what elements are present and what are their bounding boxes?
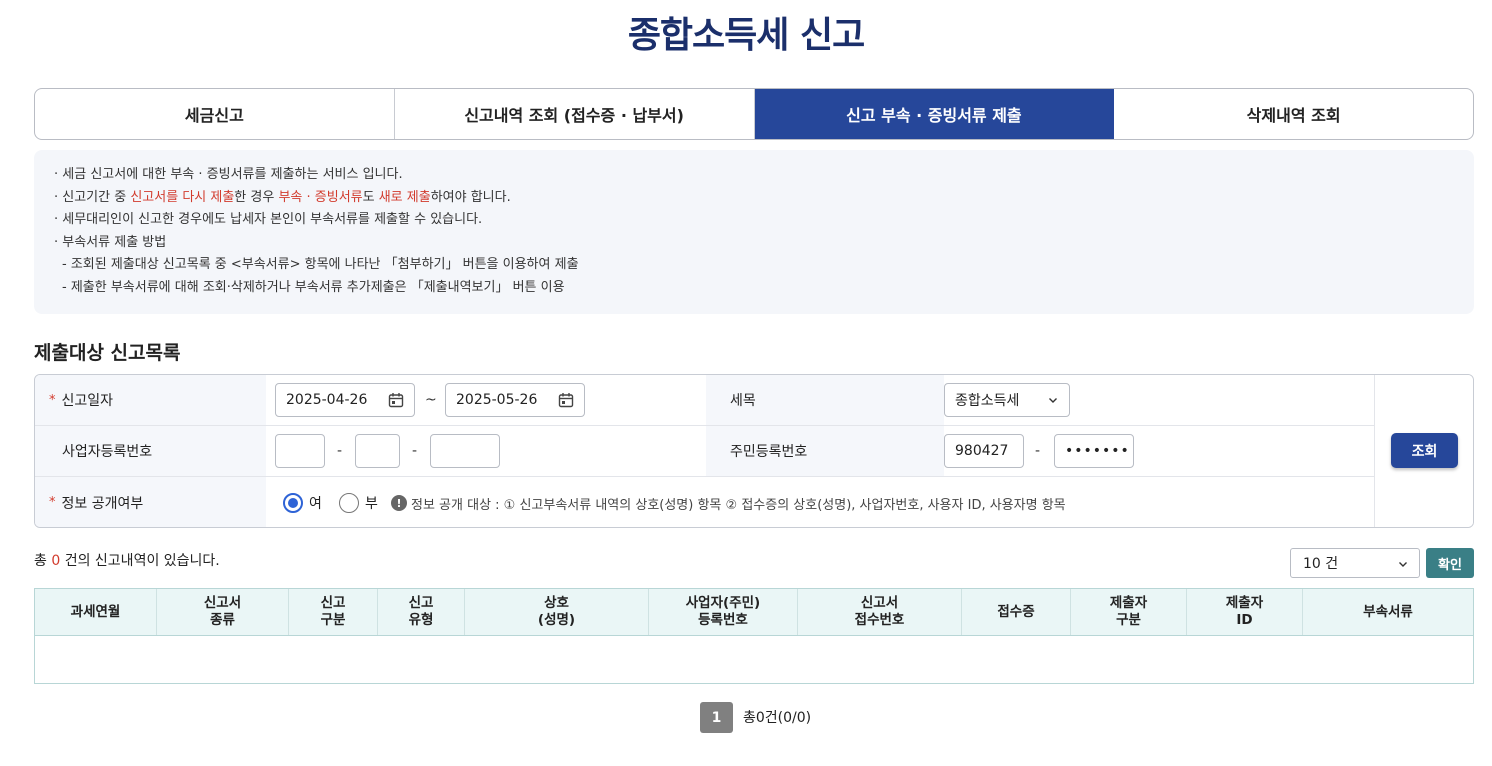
info-highlight: 부속 · 증빙서류 [278, 189, 363, 205]
total-suffix: 건의 신고내역이 있습니다. [60, 553, 220, 569]
dash: - [412, 443, 418, 459]
info-line: - 조회된 제출대상 신고목록 중 <부속서류> 항목에 나타난 「첨부하기」 … [62, 257, 579, 273]
tab-tax-filing[interactable]: 세금신고 [35, 89, 395, 139]
tax-item-value: 종합소득세 [955, 393, 1020, 409]
search-button[interactable]: 조회 [1391, 433, 1458, 468]
resident-no-label: 주민등록번호 [706, 426, 944, 476]
date-label: * 신고일자 [35, 375, 266, 425]
search-row-ids: 사업자등록번호 - - 주민등록번호 980427 - ••••••• [35, 426, 1374, 477]
biz-no-field-1[interactable] [275, 434, 325, 468]
column-header: 상호 (성명) [465, 589, 649, 635]
disclosure-yes-label[interactable]: 여 [309, 493, 322, 513]
page-button-1[interactable]: 1 [700, 702, 733, 733]
dash: - [1035, 443, 1041, 459]
date-from-value: 2025-04-26 [286, 392, 368, 408]
page-size-select[interactable]: 10 건 [1290, 548, 1420, 578]
resident-no-field-2[interactable]: ••••••• [1054, 434, 1134, 468]
column-header: 신고서 종류 [157, 589, 289, 635]
column-header: 신고 유형 [378, 589, 465, 635]
tax-item-label: 세목 [706, 375, 944, 425]
date-from-input[interactable]: 2025-04-26 [275, 383, 415, 417]
total-prefix: 총 [34, 553, 52, 569]
info-box: · 세금 신고서에 대한 부속 · 증빙서류를 제출하는 서비스 입니다. · … [34, 150, 1474, 314]
tax-item-select[interactable]: 종합소득세 [944, 383, 1070, 417]
chevron-down-icon [1049, 398, 1057, 403]
biz-no-field-3[interactable] [430, 434, 500, 468]
biz-no-field-2[interactable] [355, 434, 400, 468]
required-mark: * [49, 392, 56, 408]
disclosure-label-text: 정보 공개여부 [61, 495, 144, 512]
info-line: - 제출한 부속서류에 대해 조회·삭제하거나 부속서류 추가제출은 「제출내역… [62, 279, 565, 295]
column-header: 부속서류 [1363, 603, 1413, 620]
info-line: · 세금 신고서에 대한 부속 · 증빙서류를 제출하는 서비스 입니다. [54, 167, 403, 182]
table-header: 과세연월 신고서 종류 신고 구분 신고 유형 상호 (성명) 사업자(주민) … [35, 589, 1473, 636]
tab-bar: 세금신고 신고내역 조회 (접수증 · 납부서) 신고 부속 · 증빙서류 제출… [34, 88, 1474, 140]
required-mark: * [49, 495, 56, 510]
disclosure-yes-radio[interactable] [283, 493, 303, 513]
exclamation-icon: ! [391, 495, 407, 511]
column-header: 신고서 접수번호 [798, 589, 962, 635]
disclosure-notice: 정보 공개 대상 : ① 신고부속서류 내역의 상호(성명) 항목 ② 접수증의… [411, 498, 1066, 513]
page-size-value: 10 건 [1303, 556, 1339, 572]
calendar-icon[interactable] [558, 392, 574, 408]
date-label-text: 신고일자 [61, 393, 114, 409]
info-text: 한 경우 [234, 189, 279, 205]
confirm-button[interactable]: 확인 [1426, 548, 1474, 578]
search-row-date: * 신고일자 2025-04-26 ~ 2025-05-26 세목 종합소득세 [35, 375, 1374, 426]
info-line: · 신고기간 중 신고서를 다시 제출한 경우 부속 · 증빙서류도 새로 제출… [54, 187, 1454, 210]
section-title: 제출대상 신고목록 [34, 342, 181, 364]
chevron-down-icon [1399, 562, 1407, 567]
info-text: 하여야 합니다. [430, 189, 511, 205]
disclosure-no-radio[interactable] [339, 493, 359, 513]
column-header: 과세연월 [35, 589, 157, 635]
results-table: 과세연월 신고서 종류 신고 구분 신고 유형 상호 (성명) 사업자(주민) … [34, 588, 1474, 684]
date-to-input[interactable]: 2025-05-26 [445, 383, 585, 417]
column-header: 사업자(주민) 등록번호 [649, 589, 798, 635]
info-text: 도 [362, 189, 379, 205]
search-button-area: 조회 [1374, 375, 1473, 527]
total-count-text: 총 0 건의 신고내역이 있습니다. [34, 550, 220, 570]
tab-deleted-history[interactable]: 삭제내역 조회 [1114, 89, 1473, 139]
disclosure-no-label[interactable]: 부 [365, 493, 378, 513]
biz-no-label-text: 사업자등록번호 [62, 444, 153, 460]
column-header: 접수증 [962, 589, 1071, 635]
search-row-disclosure: * 정보 공개여부 여 부 ! 정보 공개 대상 : ① 신고부속서류 내역의 … [35, 477, 1374, 527]
date-to-value: 2025-05-26 [456, 392, 538, 408]
info-highlight: 신고서를 다시 제출 [130, 189, 235, 205]
info-highlight: 새로 제출 [378, 189, 431, 205]
search-form: * 신고일자 2025-04-26 ~ 2025-05-26 세목 종합소득세 … [34, 374, 1474, 528]
column-header: 신고 구분 [289, 589, 378, 635]
info-text: · 신고기간 중 [54, 189, 131, 205]
disclosure-label: * 정보 공개여부 [35, 477, 266, 527]
total-count: 0 [51, 553, 61, 569]
page-title: 종합소득세 신고 [627, 15, 865, 56]
date-separator: ~ [425, 392, 437, 408]
info-line: · 세무대리인이 신고한 경우에도 납세자 본인이 부속서류를 제출할 수 있습… [54, 212, 483, 228]
dash: - [337, 443, 343, 459]
column-header: 제출자 구분 [1071, 589, 1187, 635]
info-line: · 부속서류 제출 방법 [54, 234, 167, 250]
calendar-icon[interactable] [388, 392, 404, 408]
pagination-summary: 총0건(0/0) [743, 710, 812, 726]
resident-no-field-1[interactable]: 980427 [944, 434, 1024, 468]
tab-filing-history[interactable]: 신고내역 조회 (접수증 · 납부서) [395, 89, 755, 139]
column-header: 제출자 ID [1187, 589, 1303, 635]
tab-attachment-submission[interactable]: 신고 부속 · 증빙서류 제출 [754, 89, 1115, 139]
biz-no-label: 사업자등록번호 [35, 426, 266, 476]
